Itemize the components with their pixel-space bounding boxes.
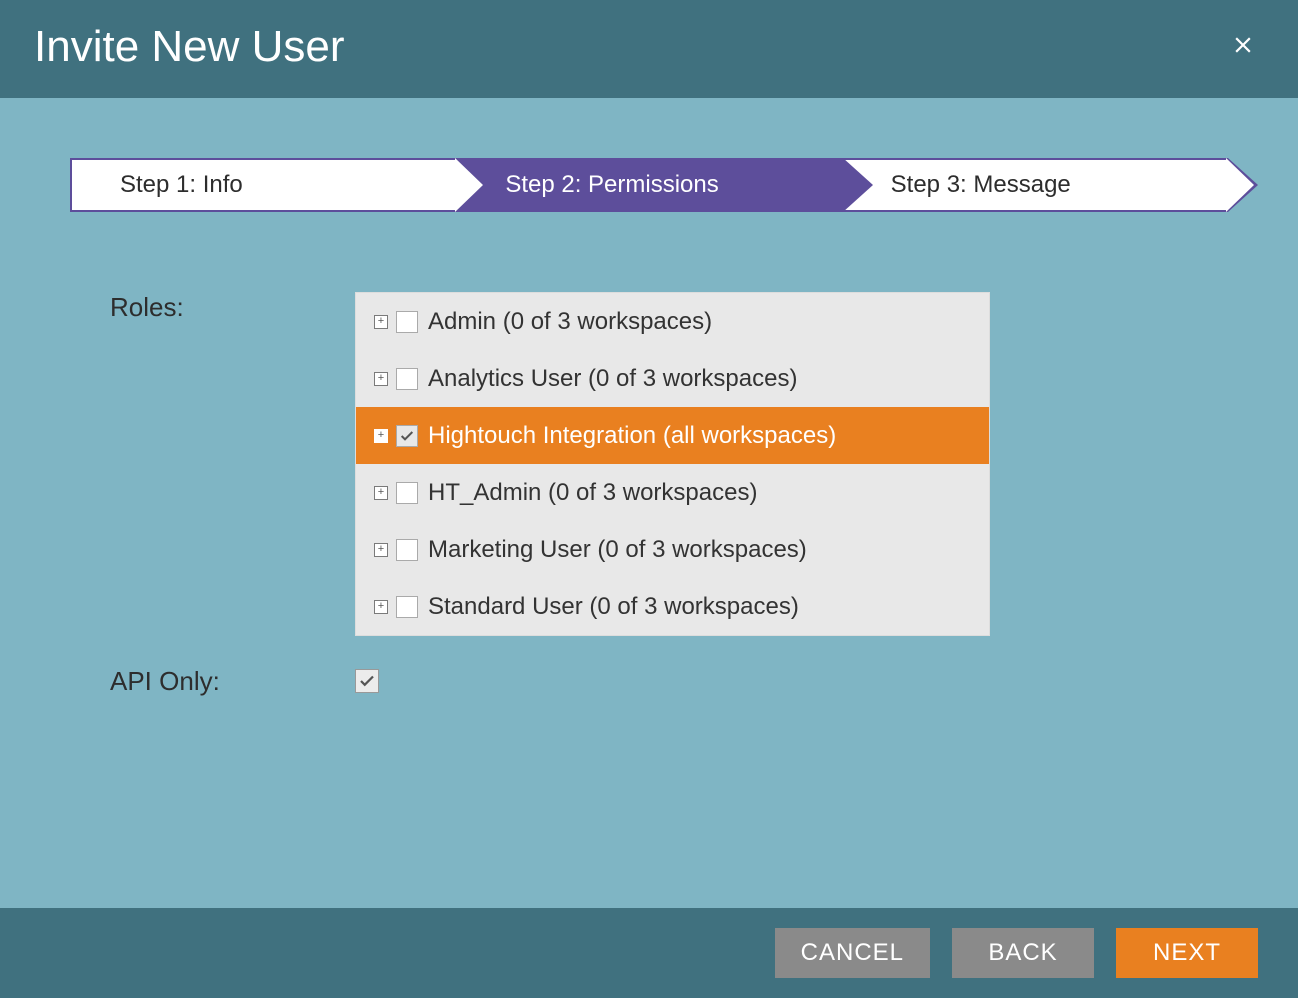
role-item[interactable]: + Admin (0 of 3 workspaces) [356,293,989,350]
role-item-label: HT_Admin (0 of 3 workspaces) [428,479,757,507]
checkmark-icon [358,672,376,690]
role-item-label: Standard User (0 of 3 workspaces) [428,593,799,621]
role-item[interactable]: + Hightouch Integration (all workspaces) [356,407,989,464]
api-only-row: API Only: [70,666,1228,697]
back-button[interactable]: BACK [952,928,1094,978]
step-label: Step 2: Permissions [505,171,718,199]
roles-label: Roles: [70,292,355,323]
step-message[interactable]: Step 3: Message [843,158,1228,212]
step-label: Step 1: Info [120,171,243,199]
role-item[interactable]: + Analytics User (0 of 3 workspaces) [356,350,989,407]
dialog-header: Invite New User [0,0,1298,98]
dialog-footer: CANCEL BACK NEXT [0,908,1298,998]
step-permissions[interactable]: Step 2: Permissions [457,158,842,212]
cancel-button[interactable]: CANCEL [775,928,930,978]
role-checkbox[interactable] [396,482,418,504]
role-checkbox[interactable] [396,425,418,447]
step-info[interactable]: Step 1: Info [70,158,457,212]
close-button[interactable] [1222,26,1264,68]
role-item-label: Marketing User (0 of 3 workspaces) [428,536,807,564]
close-icon [1230,32,1256,58]
role-checkbox[interactable] [396,539,418,561]
role-item-label: Hightouch Integration (all workspaces) [428,422,836,450]
plus-square-icon[interactable]: + [374,600,388,614]
role-checkbox[interactable] [396,596,418,618]
checkmark-icon [399,428,415,444]
plus-square-icon[interactable]: + [374,543,388,557]
role-checkbox[interactable] [396,311,418,333]
next-button[interactable]: NEXT [1116,928,1258,978]
step-label: Step 3: Message [891,171,1071,199]
api-only-checkbox[interactable] [355,669,379,693]
plus-square-icon[interactable]: + [374,372,388,386]
role-item[interactable]: + Marketing User (0 of 3 workspaces) [356,521,989,578]
plus-square-icon[interactable]: + [374,429,388,443]
plus-square-icon[interactable]: + [374,486,388,500]
role-checkbox[interactable] [396,368,418,390]
wizard-stepper: Step 1: Info Step 2: Permissions Step 3:… [70,158,1228,212]
api-only-label: API Only: [70,666,355,697]
roles-list[interactable]: + Admin (0 of 3 workspaces) + Analytics Use… [355,292,990,636]
plus-square-icon[interactable]: + [374,315,388,329]
roles-row: Roles: + Admin (0 of 3 workspaces) + Analyt… [70,292,1228,636]
role-item-label: Analytics User (0 of 3 workspaces) [428,365,797,393]
role-item-label: Admin (0 of 3 workspaces) [428,308,712,336]
dialog-body: Step 1: Info Step 2: Permissions Step 3:… [0,98,1298,767]
dialog-title: Invite New User [34,22,345,72]
role-item[interactable]: + Standard User (0 of 3 workspaces) [356,578,989,635]
role-item[interactable]: + HT_Admin (0 of 3 workspaces) [356,464,989,521]
